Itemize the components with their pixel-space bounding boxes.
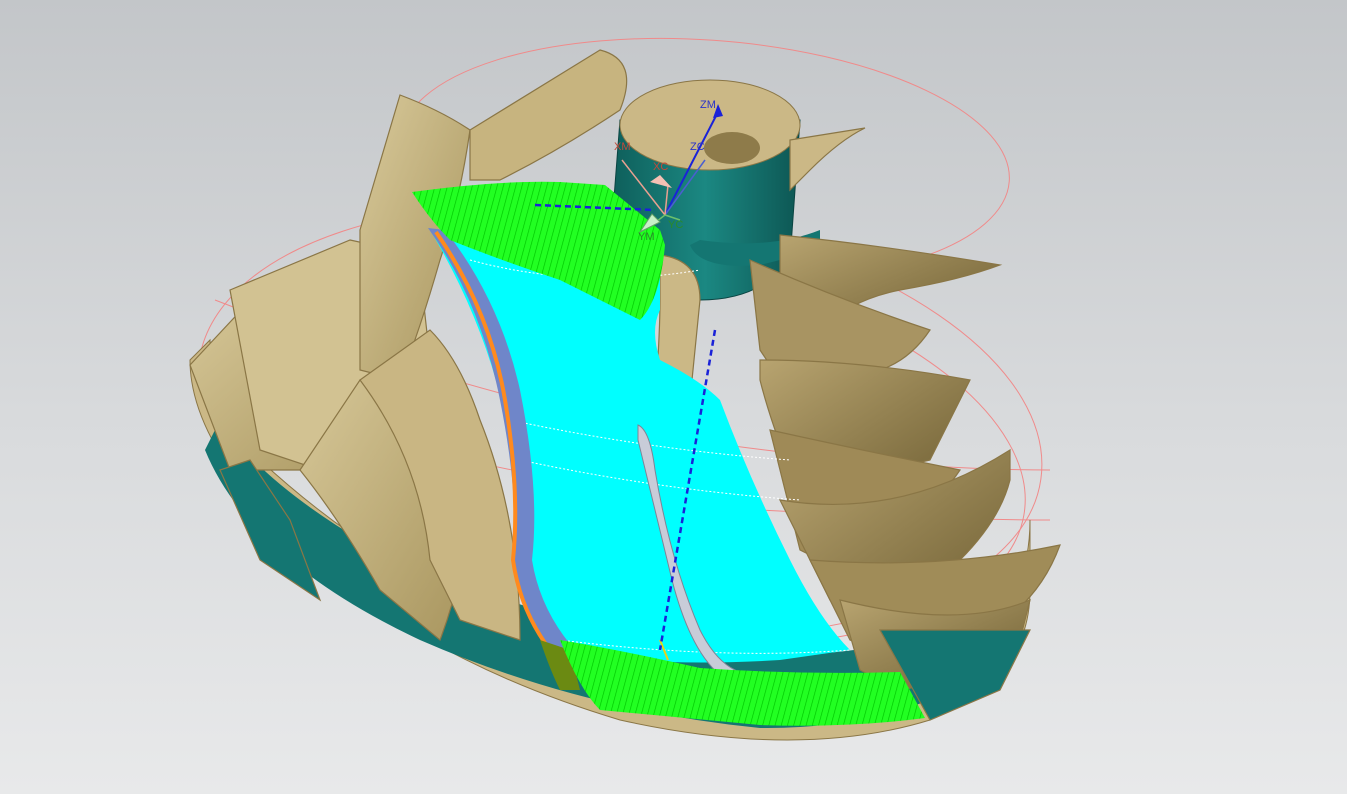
xm-label: XM (614, 141, 631, 153)
graphics-viewport[interactable]: ZM ZC XM XC YM YC (0, 0, 1347, 794)
xc-label: XC (653, 161, 668, 173)
ym-label: YM (638, 231, 655, 243)
zm-label: ZM (700, 99, 716, 111)
yc-label: YC (668, 219, 683, 231)
zc-label: ZC (690, 141, 705, 153)
3d-model-view[interactable]: ZM ZC XM XC YM YC (0, 0, 1347, 794)
